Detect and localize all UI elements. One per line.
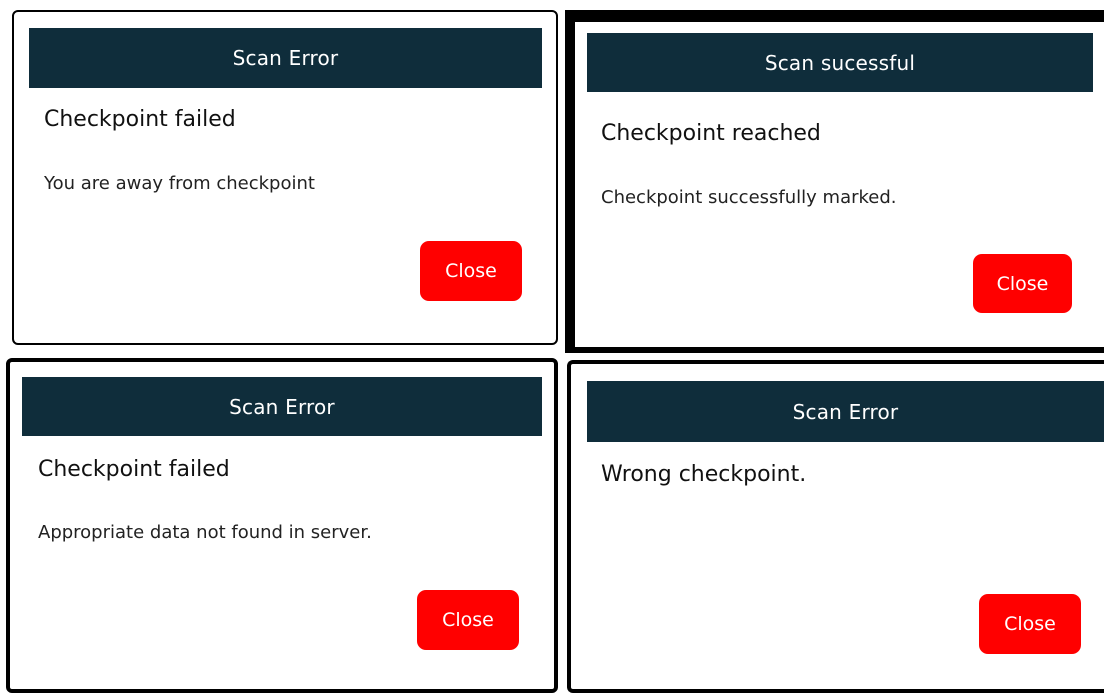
scan-error-dialog-wrong-checkpoint: Scan Error Wrong checkpoint. Close: [567, 360, 1104, 693]
dialog-heading: Checkpoint failed: [44, 107, 236, 132]
close-button[interactable]: Close: [973, 254, 1072, 313]
close-button[interactable]: Close: [417, 590, 519, 650]
scan-success-dialog: Scan sucessful Checkpoint reached Checkp…: [565, 10, 1104, 353]
dialog-title-bar: Scan Error: [22, 377, 542, 436]
scan-error-dialog-away: Scan Error Checkpoint failed You are awa…: [12, 10, 558, 345]
dialog-heading: Wrong checkpoint.: [601, 462, 807, 487]
dialog-heading: Checkpoint reached: [601, 121, 821, 146]
scan-error-dialog-no-data: Scan Error Checkpoint failed Appropriate…: [6, 358, 558, 693]
dialog-message: Checkpoint successfully marked.: [601, 187, 897, 208]
dialog-message: Appropriate data not found in server.: [38, 522, 372, 543]
dialog-title-bar: Scan Error: [587, 381, 1104, 442]
dialog-title-bar: Scan Error: [29, 28, 542, 88]
dialog-message: You are away from checkpoint: [44, 173, 315, 194]
close-button[interactable]: Close: [979, 594, 1081, 654]
dialog-collage: Scan Error Checkpoint failed You are awa…: [0, 0, 1104, 693]
dialog-title-bar: Scan sucessful: [587, 33, 1093, 92]
dialog-heading: Checkpoint failed: [38, 457, 230, 482]
close-button[interactable]: Close: [420, 241, 522, 301]
